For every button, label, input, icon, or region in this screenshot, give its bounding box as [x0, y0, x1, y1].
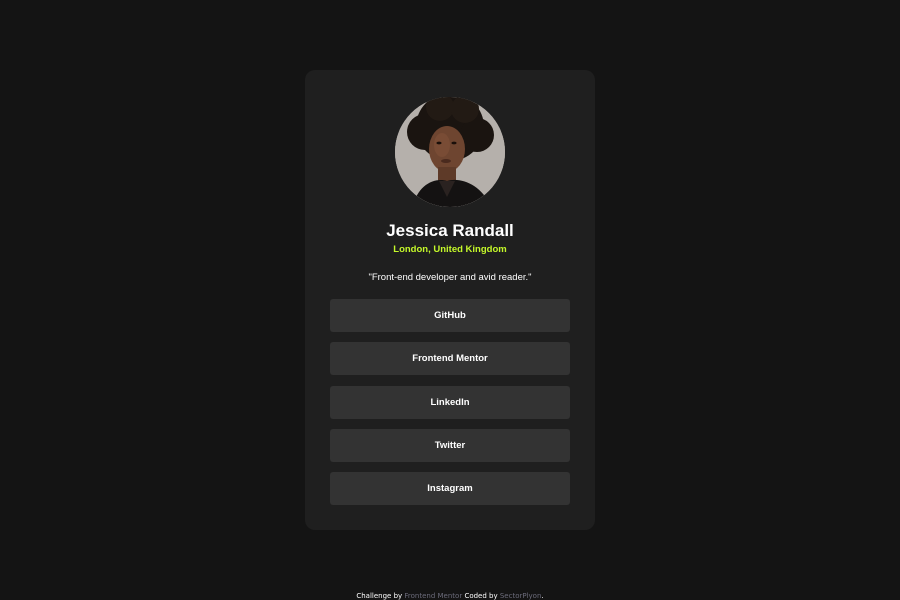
attribution-footer: Challenge by Frontend Mentor Coded by Se…: [0, 592, 900, 600]
profile-bio: "Front-end developer and avid reader.": [368, 272, 532, 283]
twitter-link-button[interactable]: Twitter: [330, 428, 570, 462]
instagram-link-button[interactable]: Instagram: [330, 472, 570, 506]
footer-middle: Coded by: [464, 592, 498, 600]
footer-prefix: Challenge by: [356, 592, 403, 600]
frontend-mentor-link-button[interactable]: Frontend Mentor: [330, 342, 570, 376]
github-link-button[interactable]: GitHub: [330, 299, 570, 332]
challenge-link[interactable]: Frontend Mentor: [404, 592, 462, 600]
footer-suffix: .: [541, 592, 544, 600]
profile-photo: [395, 97, 505, 207]
profile-name: Jessica Randall: [386, 221, 514, 240]
profile-location: London, United Kingdom: [393, 244, 507, 255]
author-link[interactable]: SectorPlyon: [500, 592, 542, 600]
profile-card: Jessica Randall London, United Kingdom "…: [305, 70, 595, 530]
avatar: [395, 97, 505, 207]
social-links: GitHub Frontend Mentor LinkedIn Twitter …: [330, 299, 570, 515]
linkedin-link-button[interactable]: LinkedIn: [330, 385, 570, 419]
